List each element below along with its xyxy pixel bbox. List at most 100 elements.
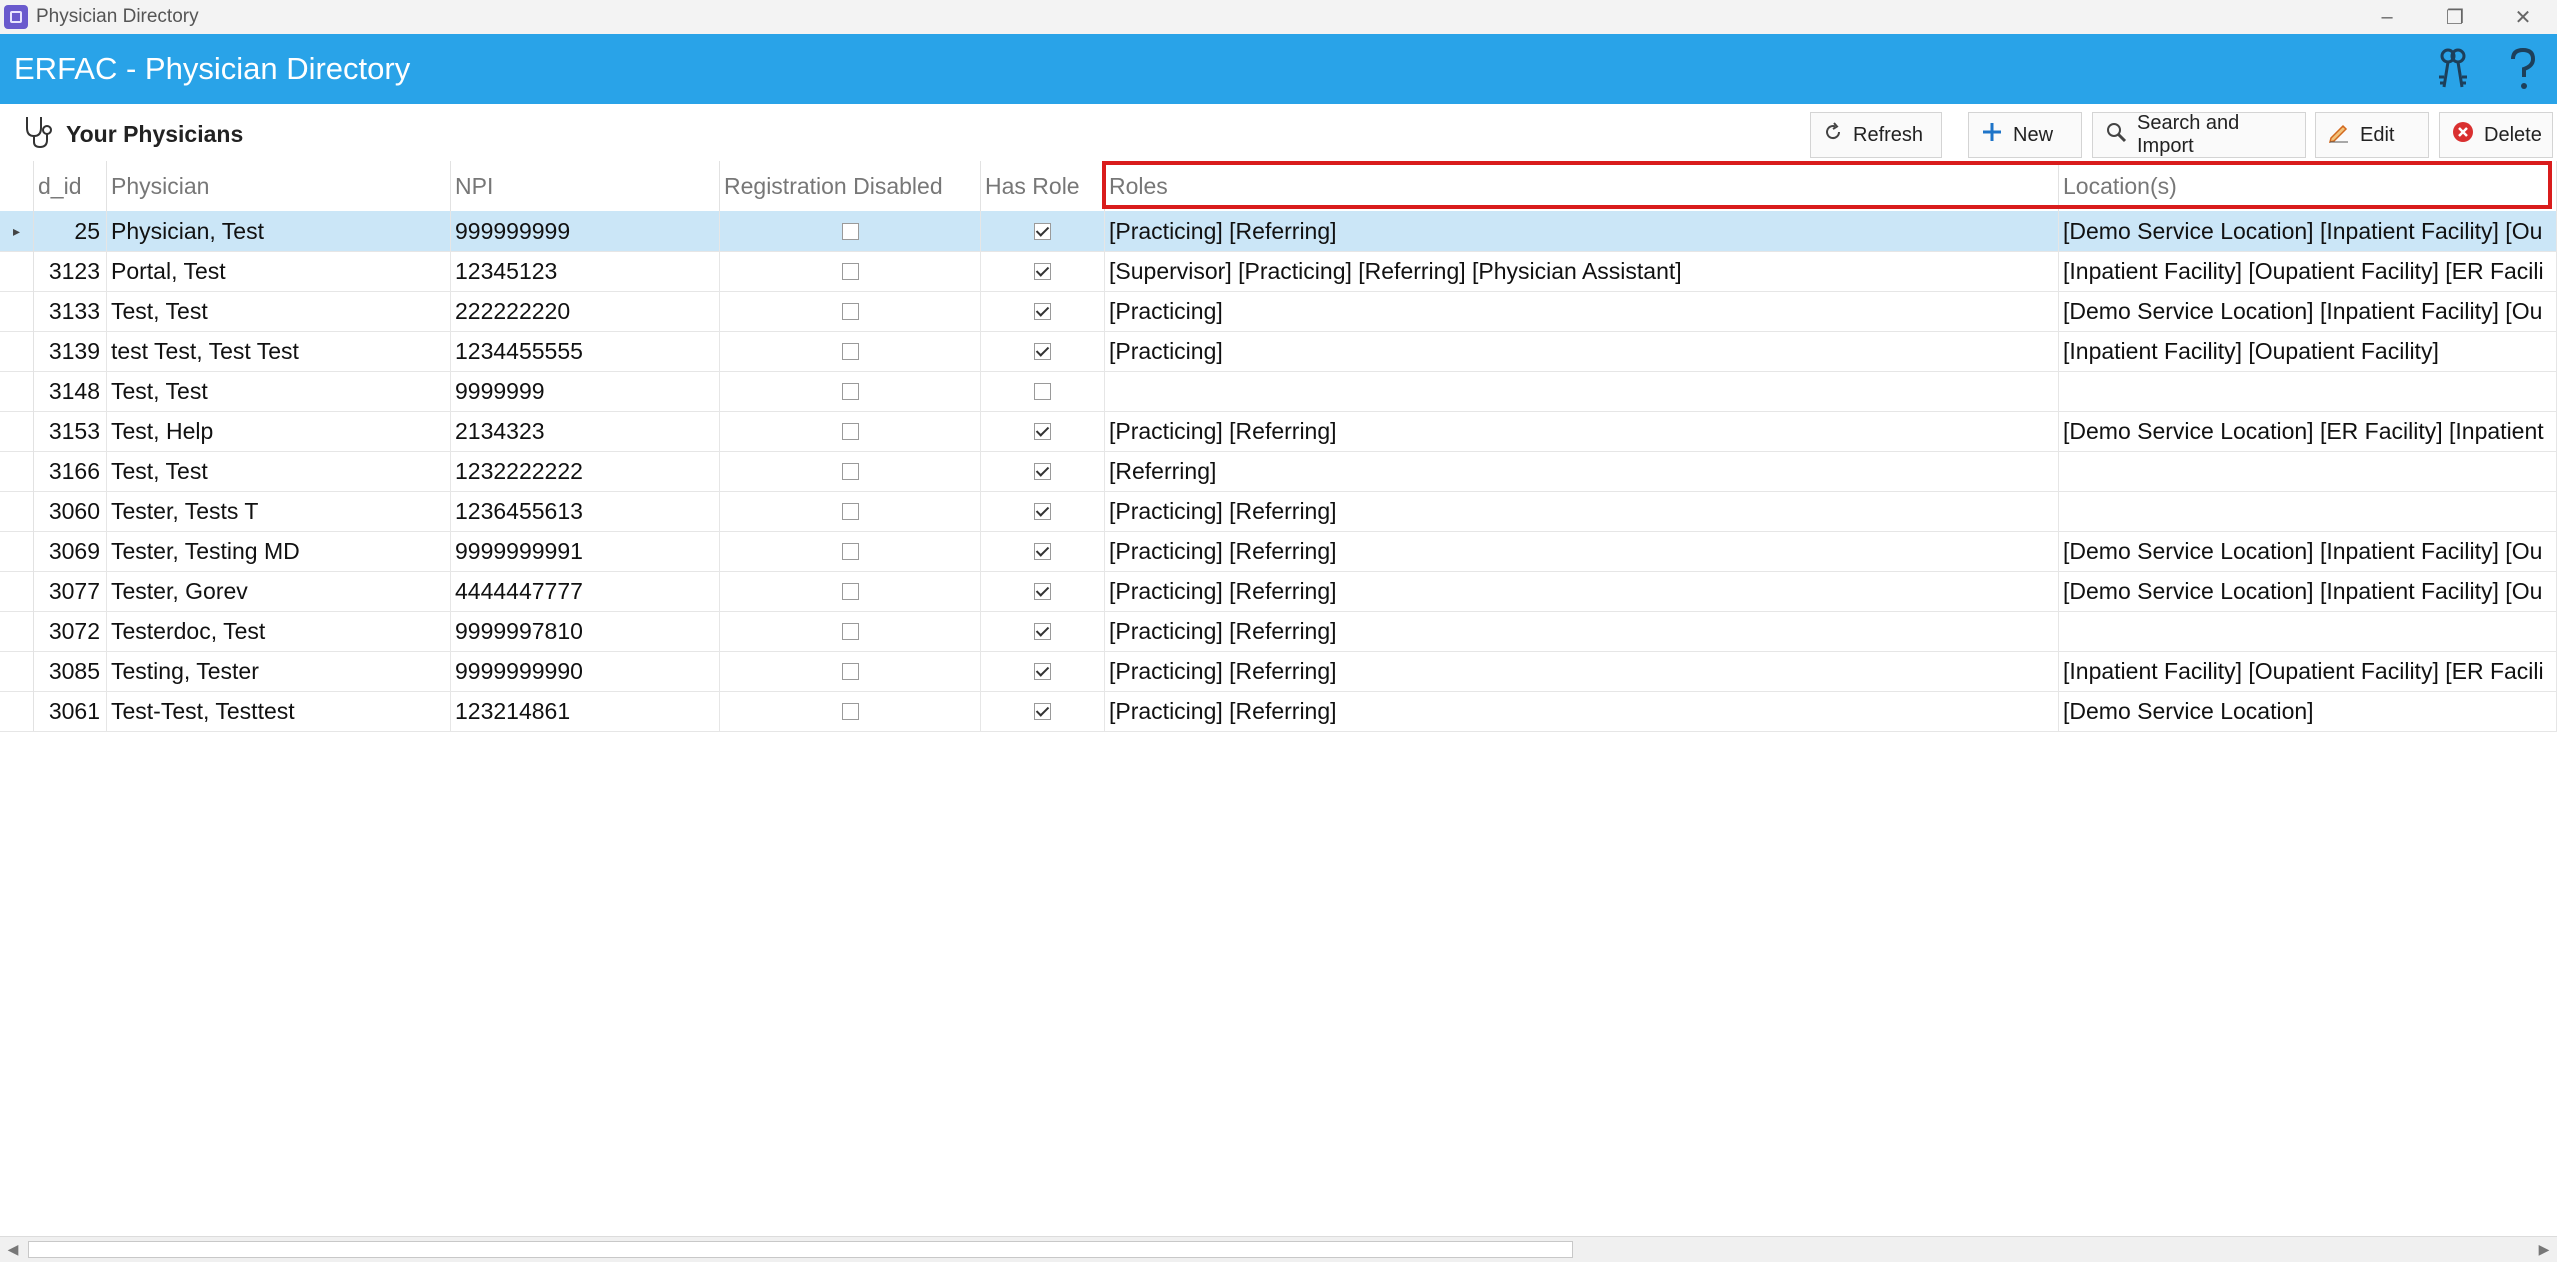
cell-locations[interactable]: [Inpatient Facility] [Oupatient Facility…: [2059, 331, 2557, 371]
registration-disabled-checkbox[interactable]: [841, 702, 859, 720]
has-role-checkbox[interactable]: [1034, 622, 1051, 640]
registration-disabled-checkbox[interactable]: [841, 422, 859, 440]
cell-locations[interactable]: [Demo Service Location] [Inpatient Facil…: [2059, 531, 2557, 571]
table-row[interactable]: 3060 Tester, Tests T 1236455613 [Practicing…: [0, 491, 2557, 532]
cell-npi[interactable]: 222222220: [451, 291, 720, 331]
cell-id[interactable]: 3072: [34, 611, 107, 651]
table-row[interactable]: 3123 Portal, Test 12345123 [Supervisor] [Pr…: [0, 251, 2557, 292]
cell-npi[interactable]: 9999999990: [451, 651, 720, 691]
row-header[interactable]: [0, 451, 34, 491]
cell-roles[interactable]: [Referring]: [1105, 451, 2059, 491]
has-role-checkbox[interactable]: [1034, 582, 1051, 600]
cell-roles[interactable]: [1105, 371, 2059, 411]
cell-roles[interactable]: [Practicing] [Referring]: [1105, 491, 2059, 531]
table-row[interactable]: 3133 Test, Test 222222220 [Practicing] [Demo…: [0, 291, 2557, 332]
cell-locations[interactable]: [Inpatient Facility] [Oupatient Facility…: [2059, 251, 2557, 291]
table-row[interactable]: 3069 Tester, Testing MD 9999999991 [Practic…: [0, 531, 2557, 572]
scroll-left-icon[interactable]: ◀: [0, 1237, 26, 1262]
cell-roles[interactable]: [Practicing] [Referring]: [1105, 411, 2059, 451]
cell-roles[interactable]: [Practicing] [Referring]: [1105, 611, 2059, 651]
registration-disabled-checkbox[interactable]: [841, 302, 859, 320]
cell-physician[interactable]: Tester, Gorev: [107, 571, 451, 611]
has-role-checkbox[interactable]: [1034, 302, 1051, 320]
restore-button[interactable]: ❐: [2421, 0, 2489, 34]
row-header[interactable]: [0, 331, 34, 371]
cell-roles[interactable]: [Practicing] [Referring]: [1105, 211, 2059, 251]
column-header-locations[interactable]: Location(s): [2059, 161, 2557, 211]
registration-disabled-checkbox[interactable]: [841, 342, 859, 360]
table-row[interactable]: ▸ 25 Physician, Test 999999999 [Practicing] …: [0, 211, 2557, 252]
delete-button[interactable]: Delete: [2439, 112, 2553, 158]
has-role-checkbox[interactable]: [1034, 462, 1051, 480]
table-row[interactable]: 3139 test Test, Test Test 1234455555 [Pract…: [0, 331, 2557, 372]
cell-physician[interactable]: test Test, Test Test: [107, 331, 451, 371]
new-button[interactable]: New: [1968, 112, 2082, 158]
scroll-right-icon[interactable]: ▶: [2531, 1237, 2557, 1262]
keys-icon[interactable]: [2433, 46, 2473, 92]
cell-locations[interactable]: [2059, 451, 2557, 491]
cell-id[interactable]: 3139: [34, 331, 107, 371]
cell-id[interactable]: 25: [34, 211, 107, 251]
cell-roles[interactable]: [Practicing]: [1105, 331, 2059, 371]
row-header[interactable]: [0, 571, 34, 611]
column-header-roles[interactable]: Roles: [1105, 161, 2059, 211]
table-row[interactable]: 3072 Testerdoc, Test 9999997810 [Practicing…: [0, 611, 2557, 652]
has-role-checkbox[interactable]: [1034, 542, 1051, 560]
cell-locations[interactable]: [2059, 371, 2557, 411]
cell-npi[interactable]: 123214861: [451, 691, 720, 731]
cell-npi[interactable]: 9999999: [451, 371, 720, 411]
cell-npi[interactable]: 2134323: [451, 411, 720, 451]
row-header[interactable]: [0, 291, 34, 331]
has-role-checkbox[interactable]: [1034, 662, 1051, 680]
registration-disabled-checkbox[interactable]: [841, 382, 859, 400]
help-icon[interactable]: [2503, 46, 2543, 92]
cell-locations[interactable]: [Demo Service Location] [Inpatient Facil…: [2059, 211, 2557, 251]
column-header-id[interactable]: d_id: [34, 161, 107, 211]
row-header[interactable]: [0, 251, 34, 291]
cell-physician[interactable]: Portal, Test: [107, 251, 451, 291]
search-import-button[interactable]: Search and Import: [2092, 112, 2306, 158]
column-header-registration-disabled[interactable]: Registration Disabled: [720, 161, 981, 211]
table-row[interactable]: 3148 Test, Test 9999999: [0, 371, 2557, 412]
cell-npi[interactable]: 9999999991: [451, 531, 720, 571]
table-row[interactable]: 3085 Testing, Tester 9999999990 [Practicing…: [0, 651, 2557, 692]
has-role-checkbox[interactable]: [1034, 702, 1051, 720]
cell-npi[interactable]: 12345123: [451, 251, 720, 291]
cell-id[interactable]: 3153: [34, 411, 107, 451]
cell-locations[interactable]: [Inpatient Facility] [Oupatient Facility…: [2059, 651, 2557, 691]
cell-npi[interactable]: 999999999: [451, 211, 720, 251]
cell-physician[interactable]: Test, Test: [107, 451, 451, 491]
cell-id[interactable]: 3077: [34, 571, 107, 611]
registration-disabled-checkbox[interactable]: [841, 622, 859, 640]
row-header[interactable]: [0, 371, 34, 411]
table-row[interactable]: 3166 Test, Test 1232222222 [Referring]: [0, 451, 2557, 492]
cell-id[interactable]: 3123: [34, 251, 107, 291]
refresh-button[interactable]: Refresh: [1810, 112, 1942, 158]
row-header[interactable]: ▸: [0, 211, 34, 251]
cell-roles[interactable]: [Practicing]: [1105, 291, 2059, 331]
registration-disabled-checkbox[interactable]: [841, 462, 859, 480]
row-header[interactable]: [0, 531, 34, 571]
cell-physician[interactable]: Testerdoc, Test: [107, 611, 451, 651]
row-header[interactable]: [0, 651, 34, 691]
cell-id[interactable]: 3061: [34, 691, 107, 731]
cell-physician[interactable]: Test-Test, Testtest: [107, 691, 451, 731]
minimize-button[interactable]: –: [2353, 0, 2421, 34]
row-header[interactable]: [0, 611, 34, 651]
cell-roles[interactable]: [Practicing] [Referring]: [1105, 531, 2059, 571]
registration-disabled-checkbox[interactable]: [841, 582, 859, 600]
registration-disabled-checkbox[interactable]: [841, 262, 859, 280]
has-role-checkbox[interactable]: [1034, 422, 1051, 440]
cell-id[interactable]: 3148: [34, 371, 107, 411]
cell-npi[interactable]: 1236455613: [451, 491, 720, 531]
row-header[interactable]: [0, 691, 34, 731]
has-role-checkbox[interactable]: [1034, 262, 1051, 280]
cell-roles[interactable]: [Practicing] [Referring]: [1105, 651, 2059, 691]
cell-physician[interactable]: Testing, Tester: [107, 651, 451, 691]
registration-disabled-checkbox[interactable]: [841, 222, 859, 240]
row-header[interactable]: [0, 491, 34, 531]
cell-physician[interactable]: Test, Test: [107, 291, 451, 331]
cell-locations[interactable]: [2059, 491, 2557, 531]
column-header-npi[interactable]: NPI: [451, 161, 720, 211]
row-header[interactable]: [0, 411, 34, 451]
